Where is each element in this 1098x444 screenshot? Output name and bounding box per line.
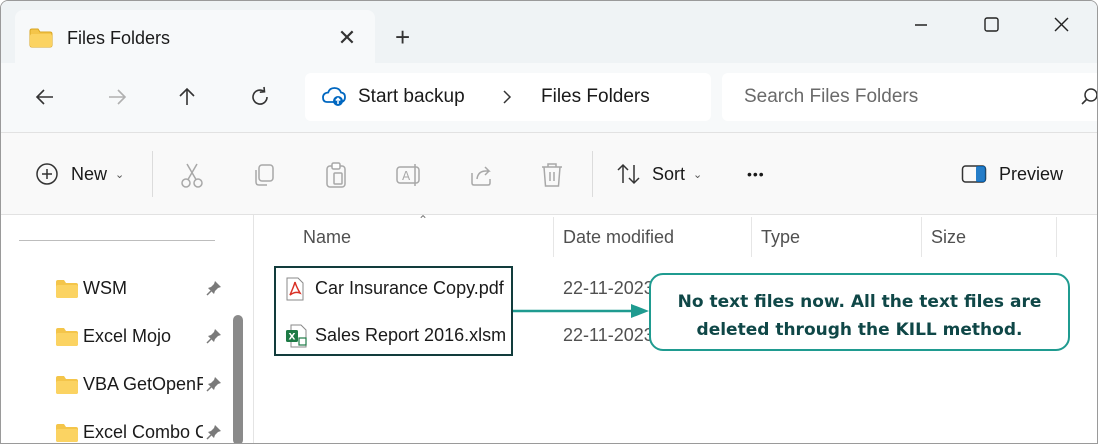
preview-button[interactable]: Preview bbox=[961, 159, 1063, 189]
new-button[interactable]: New ⌄ bbox=[35, 159, 124, 189]
sidebar-item-wsm[interactable]: WSM bbox=[55, 277, 235, 301]
column-divider[interactable] bbox=[1056, 217, 1057, 257]
sidebar-item-label: WSM bbox=[83, 278, 127, 298]
column-divider[interactable] bbox=[921, 217, 922, 257]
column-divider[interactable] bbox=[751, 217, 752, 257]
chevron-down-icon: ⌄ bbox=[115, 168, 125, 181]
sidebar-item-excel-combo[interactable]: Excel Combo C bbox=[55, 421, 235, 443]
up-arrow-icon[interactable] bbox=[173, 83, 201, 111]
tab-files-folders[interactable]: Files Folders ✕ bbox=[15, 10, 375, 63]
new-tab-button[interactable]: + bbox=[395, 23, 410, 51]
command-bar: New ⌄ A Sort ⌄ ••• Preview bbox=[1, 133, 1097, 215]
search-box[interactable]: Search Files Folders bbox=[722, 73, 1097, 121]
sidebar-item-label: Excel Combo C bbox=[83, 422, 203, 442]
folder-icon bbox=[55, 423, 79, 443]
annotation-callout: No text files now. All the text files ar… bbox=[649, 273, 1070, 351]
title-bar: Files Folders ✕ + bbox=[1, 1, 1097, 63]
column-divider[interactable] bbox=[553, 217, 554, 257]
folder-icon bbox=[29, 28, 53, 53]
preview-pane-icon bbox=[961, 165, 987, 183]
paste-icon[interactable] bbox=[323, 161, 349, 194]
column-header-date-modified[interactable]: Date modified bbox=[563, 227, 674, 248]
sidebar-item-label: Excel Mojo bbox=[83, 326, 172, 346]
plus-circle-icon bbox=[36, 163, 58, 185]
sidebar-item-label: VBA GetOpenF bbox=[83, 374, 203, 394]
toolbar-divider bbox=[152, 151, 153, 197]
forward-arrow-icon[interactable] bbox=[103, 83, 131, 111]
more-icon: ••• bbox=[747, 166, 765, 182]
scrollbar-thumb[interactable] bbox=[233, 315, 243, 443]
navigation-bar: Start backup Files Folders Search Files … bbox=[1, 63, 1097, 133]
callout-line: No text files now. All the text files ar… bbox=[677, 292, 1042, 312]
refresh-icon[interactable] bbox=[246, 83, 274, 111]
sidebar-item-excel-mojo[interactable]: Excel Mojo bbox=[55, 325, 235, 349]
toolbar-divider bbox=[592, 151, 593, 197]
cut-icon[interactable] bbox=[179, 161, 205, 194]
sort-arrows-icon bbox=[617, 163, 640, 185]
pin-icon[interactable] bbox=[205, 375, 223, 398]
breadcrumb-files-folders[interactable]: Files Folders bbox=[541, 86, 650, 108]
svg-text:A: A bbox=[402, 169, 411, 183]
minimize-button[interactable] bbox=[901, 11, 941, 39]
tab-close-icon[interactable]: ✕ bbox=[333, 24, 361, 52]
copy-icon[interactable] bbox=[251, 161, 277, 194]
rename-icon[interactable]: A bbox=[395, 161, 423, 194]
share-icon[interactable] bbox=[468, 161, 496, 194]
back-arrow-icon[interactable] bbox=[31, 83, 59, 111]
tab-title: Files Folders bbox=[67, 28, 171, 48]
callout-arrow bbox=[513, 304, 649, 318]
file-date: 22-11-2023 bbox=[563, 325, 653, 345]
search-input[interactable]: Search Files Folders bbox=[744, 86, 918, 108]
sort-label: Sort bbox=[652, 163, 686, 184]
folder-icon bbox=[55, 327, 79, 352]
address-bar[interactable]: Start backup Files Folders bbox=[305, 73, 711, 121]
breadcrumb-start-backup[interactable]: Start backup bbox=[358, 86, 465, 108]
pane-divider bbox=[19, 240, 215, 241]
more-options-button[interactable]: ••• bbox=[747, 159, 765, 189]
new-label: New bbox=[71, 163, 108, 184]
close-window-button[interactable] bbox=[1041, 11, 1081, 39]
sort-button[interactable]: Sort ⌄ bbox=[616, 159, 702, 189]
chevron-right-icon[interactable] bbox=[501, 89, 513, 110]
preview-label: Preview bbox=[999, 163, 1064, 184]
navigation-pane: WSM Excel Mojo VBA GetOpenF Excel Combo … bbox=[1, 215, 254, 443]
column-header-name[interactable]: Name bbox=[303, 227, 351, 248]
pin-icon[interactable] bbox=[205, 279, 223, 302]
folder-icon bbox=[55, 375, 79, 400]
sidebar-item-vba-getopenf[interactable]: VBA GetOpenF bbox=[55, 373, 235, 397]
pin-icon[interactable] bbox=[205, 423, 223, 443]
column-header-type[interactable]: Type bbox=[761, 227, 800, 248]
folder-icon bbox=[55, 279, 79, 304]
cloud-backup-icon bbox=[321, 85, 347, 112]
file-date: 22-11-2023 bbox=[563, 278, 653, 298]
pin-icon[interactable] bbox=[205, 327, 223, 350]
callout-line: deleted through the KILL method. bbox=[696, 320, 1023, 340]
chevron-down-icon: ⌄ bbox=[693, 168, 703, 181]
file-explorer-window: Files Folders ✕ + Start backup Files Fol… bbox=[0, 0, 1098, 444]
column-header-size[interactable]: Size bbox=[931, 227, 966, 248]
maximize-button[interactable] bbox=[971, 11, 1011, 39]
delete-icon[interactable] bbox=[539, 161, 565, 194]
files-highlight-box bbox=[274, 266, 513, 356]
search-icon bbox=[1080, 87, 1097, 112]
sort-ascending-icon: ⌃ bbox=[418, 213, 429, 227]
